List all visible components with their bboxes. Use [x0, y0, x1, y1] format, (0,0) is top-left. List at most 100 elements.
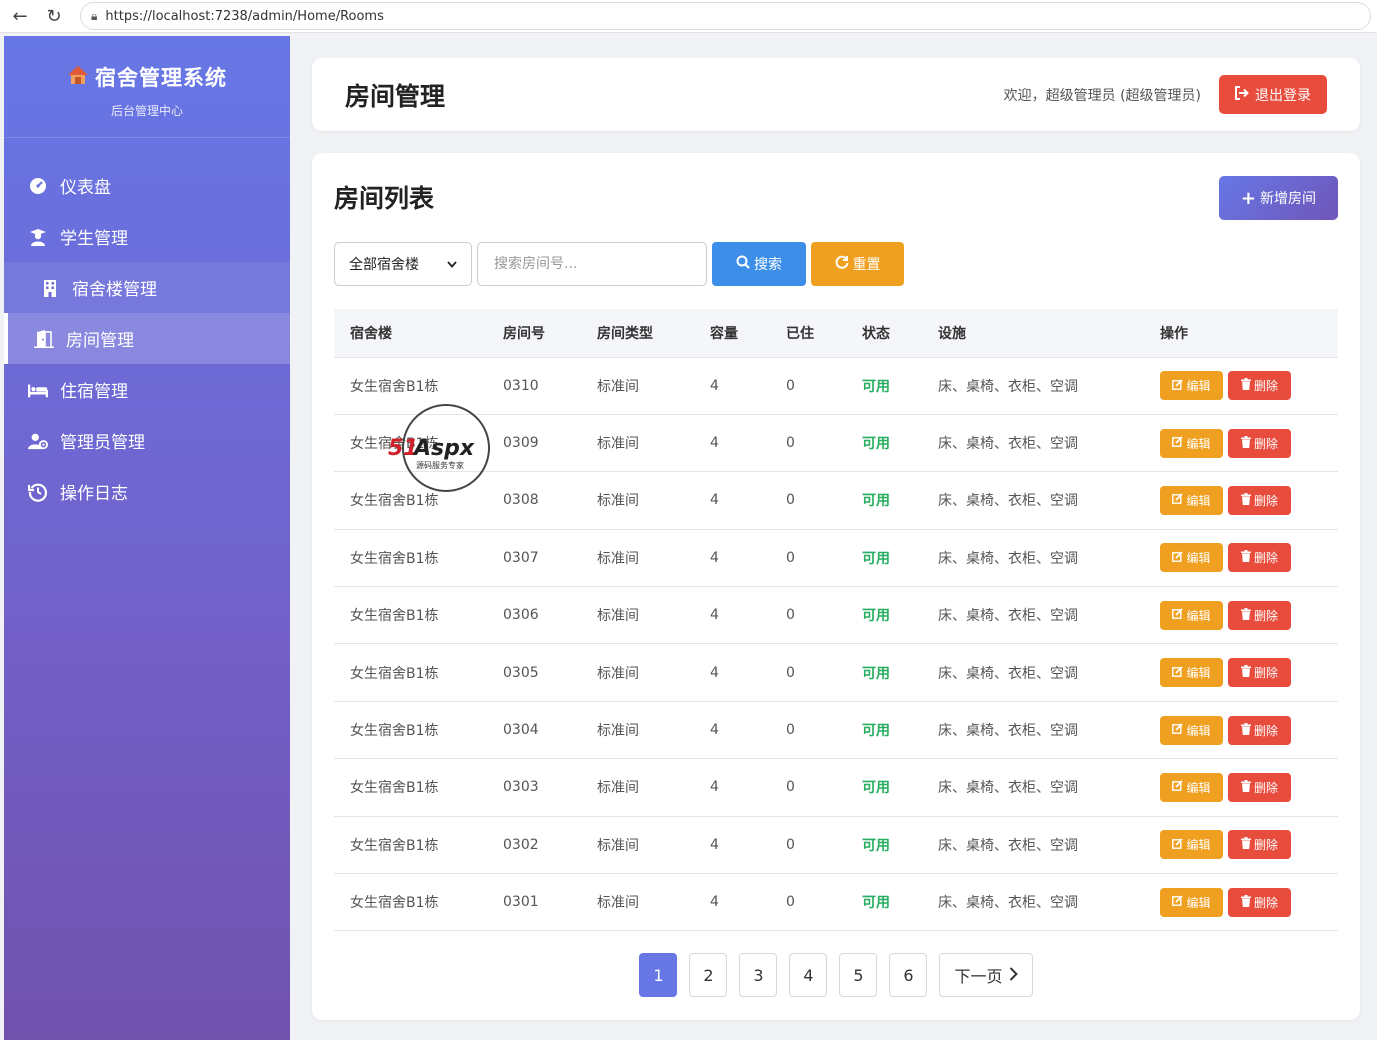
cell-capacity: 4: [710, 779, 719, 796]
cell-room-number: 0306: [503, 607, 539, 624]
cell-room-number: 0302: [503, 836, 539, 853]
delete-button[interactable]: 删除: [1228, 428, 1291, 458]
sidebar-item-rooms[interactable]: 房间管理: [4, 313, 290, 364]
url-text: https://localhost:7238/admin/Home/Rooms: [105, 8, 384, 24]
building-select[interactable]: 全部宿舍楼: [334, 242, 472, 286]
edit-button[interactable]: 编辑: [1160, 715, 1223, 745]
cell-room-number: 0305: [503, 664, 539, 681]
sidebar-item-accommodation[interactable]: 住宿管理: [4, 364, 290, 415]
reload-icon[interactable]: ↻: [40, 2, 68, 30]
row-actions: 编辑 删除: [1160, 485, 1338, 515]
cell-room-type: 标准间: [597, 608, 639, 625]
edit-button[interactable]: 编辑: [1160, 371, 1223, 401]
site-info-icon[interactable]: 🔒︎: [91, 9, 97, 24]
delete-button[interactable]: 删除: [1228, 887, 1291, 917]
cell-status: 可用: [862, 550, 890, 567]
next-page-button[interactable]: 下一页: [939, 953, 1033, 998]
edit-button[interactable]: 编辑: [1160, 543, 1223, 573]
search-button[interactable]: 搜索: [712, 242, 806, 286]
col-room-type: 房间类型: [597, 325, 653, 342]
search-input[interactable]: [477, 242, 707, 286]
history-icon: [28, 482, 48, 502]
page-1-button[interactable]: 1: [639, 953, 678, 998]
delete-button[interactable]: 删除: [1228, 715, 1291, 745]
cell-capacity: 4: [710, 435, 719, 452]
table-row: 女生宿舍B1栋 0304 标准间 4 0 可用 床、桌椅、衣柜、空调 编辑 删除: [334, 701, 1338, 759]
edit-icon: [1172, 838, 1184, 852]
page-3-button[interactable]: 3: [739, 953, 778, 998]
sidebar-item-admins[interactable]: 管理员管理: [4, 415, 290, 466]
edit-button[interactable]: 编辑: [1160, 428, 1223, 458]
cell-status: 可用: [862, 837, 890, 854]
delete-button[interactable]: 删除: [1228, 830, 1291, 860]
page-6-button[interactable]: 6: [889, 953, 928, 998]
page-2-button[interactable]: 2: [689, 953, 728, 998]
filter-bar: 全部宿舍楼 搜索 重置: [334, 241, 1338, 287]
address-bar[interactable]: 🔒︎ https://localhost:7238/admin/Home/Roo…: [80, 2, 1371, 30]
sidebar-item-buildings[interactable]: 宿舍楼管理: [4, 262, 290, 313]
cell-capacity: 4: [710, 664, 719, 681]
sidebar-item-logs[interactable]: 操作日志: [4, 466, 290, 517]
cell-status: 可用: [862, 608, 890, 625]
watermark-logo-graphic: 51 Aspx 源码服务专家: [388, 404, 490, 492]
logout-button[interactable]: 退出登录: [1219, 75, 1327, 114]
house-icon: [67, 65, 89, 90]
trash-icon: [1240, 837, 1251, 852]
header-right: 欢迎，超级管理员 (超级管理员) 退出登录: [1004, 75, 1327, 114]
pagination: 1 2 3 4 5 6 下一页: [334, 953, 1338, 998]
edit-button[interactable]: 编辑: [1160, 887, 1223, 917]
cell-actions: 编辑 删除: [1144, 357, 1338, 414]
cell-room-number: 0304: [503, 722, 539, 739]
edit-button[interactable]: 编辑: [1160, 658, 1223, 688]
delete-button[interactable]: 删除: [1228, 543, 1291, 573]
sidebar-item-dashboard[interactable]: 仪表盘: [4, 160, 290, 211]
delete-button[interactable]: 删除: [1228, 600, 1291, 630]
svg-text:Aspx: Aspx: [412, 436, 475, 461]
cell-room-number: 0303: [503, 779, 539, 796]
cell-building: 女生宿舍B1栋: [350, 608, 439, 625]
cell-status: 可用: [862, 780, 890, 797]
edit-button[interactable]: 编辑: [1160, 485, 1223, 515]
cell-facilities: 床、桌椅、衣柜、空调: [938, 780, 1078, 797]
add-room-button[interactable]: + 新增房间: [1218, 176, 1338, 220]
cell-building: 女生宿舍B1栋: [350, 550, 439, 567]
page-4-button[interactable]: 4: [789, 953, 828, 998]
col-room-number: 房间号: [503, 325, 545, 342]
welcome-text: 欢迎，超级管理员 (超级管理员): [1003, 87, 1201, 104]
edit-icon: [1172, 723, 1184, 737]
cell-status: 可用: [862, 493, 890, 510]
back-arrow-icon[interactable]: ←: [6, 2, 34, 30]
reset-button[interactable]: 重置: [811, 242, 904, 286]
edit-button[interactable]: 编辑: [1160, 772, 1223, 802]
cell-room-number: 0307: [503, 549, 539, 566]
cell-actions: 编辑 删除: [1144, 874, 1338, 931]
table-row: 女生宿舍B1栋 0305 标准间 4 0 可用 床、桌椅、衣柜、空调 编辑 删除: [334, 644, 1338, 702]
cell-occupied: 0: [786, 377, 795, 394]
delete-button[interactable]: 删除: [1228, 485, 1291, 515]
row-actions: 编辑 删除: [1160, 715, 1338, 745]
delete-button[interactable]: 删除: [1228, 371, 1291, 401]
col-status: 状态: [862, 325, 890, 342]
redo-icon: [835, 255, 849, 273]
delete-button[interactable]: 删除: [1228, 658, 1291, 688]
watermark-logo: 51 Aspx 源码服务专家: [388, 403, 508, 493]
cell-room-type: 标准间: [597, 895, 639, 912]
browser-toolbar: ← ↻ 🔒︎ https://localhost:7238/admin/Home…: [0, 0, 1377, 33]
bed-icon: [28, 380, 48, 400]
cell-facilities: 床、桌椅、衣柜、空调: [938, 378, 1078, 395]
edit-icon: [1172, 895, 1184, 909]
row-actions: 编辑 删除: [1160, 887, 1338, 917]
row-actions: 编辑 删除: [1160, 371, 1338, 401]
page-5-button[interactable]: 5: [839, 953, 878, 998]
chevron-right-icon: [1009, 966, 1018, 985]
cell-actions: 编辑 删除: [1144, 759, 1338, 816]
delete-button[interactable]: 删除: [1228, 772, 1291, 802]
sidebar-item-students[interactable]: 学生管理: [4, 211, 290, 262]
col-facilities: 设施: [938, 325, 966, 342]
trash-icon: [1240, 779, 1251, 795]
edit-button[interactable]: 编辑: [1160, 830, 1223, 860]
cell-building: 女生宿舍B1栋: [350, 780, 439, 797]
cell-capacity: 4: [710, 722, 719, 739]
cell-status: 可用: [862, 378, 890, 395]
edit-button[interactable]: 编辑: [1160, 600, 1223, 630]
